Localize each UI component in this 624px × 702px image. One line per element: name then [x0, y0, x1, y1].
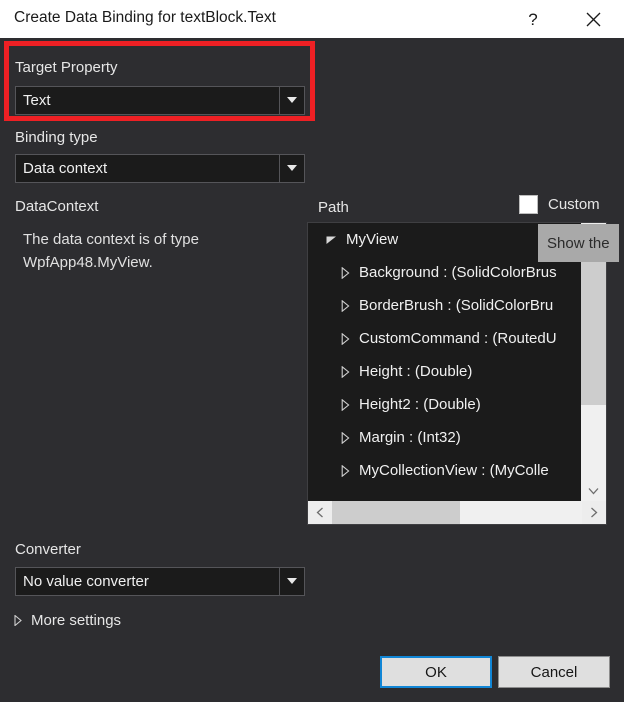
binding-type-dropdown-button[interactable] [279, 155, 304, 182]
tree-row[interactable]: MyCollectionView : (MyColle [308, 454, 582, 487]
target-property-value: Text [16, 87, 279, 114]
window-title: Create Data Binding for textBlock.Text [14, 9, 276, 27]
tree-vertical-scrollbar[interactable] [581, 223, 606, 503]
create-data-binding-dialog: Create Data Binding for textBlock.Text ?… [0, 0, 624, 702]
triangle-right-icon[interactable] [341, 333, 350, 345]
ok-button-label: OK [425, 664, 447, 681]
cancel-button[interactable]: Cancel [498, 656, 610, 688]
tree-row-label: BorderBrush : (SolidColorBru [359, 297, 553, 314]
tree-row[interactable]: BorderBrush : (SolidColorBru [308, 289, 582, 322]
checkbox-unchecked-icon[interactable] [519, 195, 538, 214]
tree-scroll-down-button[interactable] [581, 479, 606, 503]
tree-row[interactable]: CustomCommand : (RoutedU [308, 322, 582, 355]
tree-scroll-right-button[interactable] [582, 501, 606, 524]
tree-row-label: MyCollectionView : (MyColle [359, 462, 549, 479]
triangle-right-icon[interactable] [341, 366, 350, 378]
tree-scroll-left-button[interactable] [308, 501, 332, 524]
path-tooltip: Show the [538, 224, 619, 262]
chevron-left-icon [316, 507, 324, 518]
path-tree-panel[interactable]: MyView Background : (SolidColorBrus Border… [307, 222, 607, 525]
question-mark-icon: ? [528, 11, 537, 28]
datacontext-description: The data context is of type WpfApp48.MyV… [23, 228, 293, 274]
converter-label: Converter [15, 541, 81, 558]
tree-row-label: Height : (Double) [359, 363, 472, 380]
tree-horizontal-scrollbar[interactable] [308, 501, 606, 524]
triangle-right-icon[interactable] [341, 300, 350, 312]
triangle-right-icon[interactable] [341, 267, 350, 279]
title-bar: Create Data Binding for textBlock.Text ? [0, 0, 624, 38]
custom-label: Custom [548, 196, 600, 213]
tree-row-label: Margin : (Int32) [359, 429, 461, 446]
chevron-right-icon [590, 507, 598, 518]
tree-row[interactable]: Margin : (Int32) [308, 421, 582, 454]
more-settings-expander[interactable]: More settings [14, 612, 121, 629]
chevron-down-icon [287, 578, 297, 585]
path-tree-list: MyView Background : (SolidColorBrus Border… [308, 223, 582, 503]
tree-row-label: Background : (SolidColorBrus [359, 264, 557, 281]
triangle-down-icon[interactable] [326, 236, 337, 244]
target-property-label: Target Property [15, 59, 118, 76]
binding-type-combobox[interactable]: Data context [15, 154, 305, 183]
tree-row-label: MyView [346, 231, 398, 248]
close-icon [586, 12, 601, 27]
chevron-down-icon [287, 165, 297, 172]
datacontext-label: DataContext [15, 198, 98, 215]
tree-row-label: Height2 : (Double) [359, 396, 481, 413]
more-settings-label: More settings [31, 612, 121, 629]
tree-row[interactable]: Height : (Double) [308, 355, 582, 388]
custom-checkbox-row[interactable]: Custom [519, 195, 600, 214]
binding-type-label: Binding type [15, 129, 98, 146]
path-label: Path [318, 199, 349, 216]
triangle-right-icon[interactable] [341, 399, 350, 411]
tree-row-label: CustomCommand : (RoutedU [359, 330, 557, 347]
binding-type-value: Data context [16, 155, 279, 182]
triangle-right-icon[interactable] [341, 465, 350, 477]
ok-button[interactable]: OK [380, 656, 492, 688]
cancel-button-label: Cancel [531, 664, 578, 681]
chevron-down-icon [287, 97, 297, 104]
triangle-right-icon [14, 615, 22, 626]
tree-row[interactable]: Height2 : (Double) [308, 388, 582, 421]
target-property-dropdown-button[interactable] [279, 87, 304, 114]
converter-combobox[interactable]: No value converter [15, 567, 305, 596]
converter-value: No value converter [16, 568, 279, 595]
close-button[interactable] [570, 0, 616, 38]
converter-dropdown-button[interactable] [279, 568, 304, 595]
target-property-combobox[interactable]: Text [15, 86, 305, 115]
chevron-down-icon [588, 487, 599, 495]
tree-horizontal-scrollbar-thumb[interactable] [332, 501, 460, 524]
help-button[interactable]: ? [510, 0, 556, 38]
tree-horizontal-scrollbar-track[interactable] [332, 501, 582, 524]
triangle-right-icon[interactable] [341, 432, 350, 444]
